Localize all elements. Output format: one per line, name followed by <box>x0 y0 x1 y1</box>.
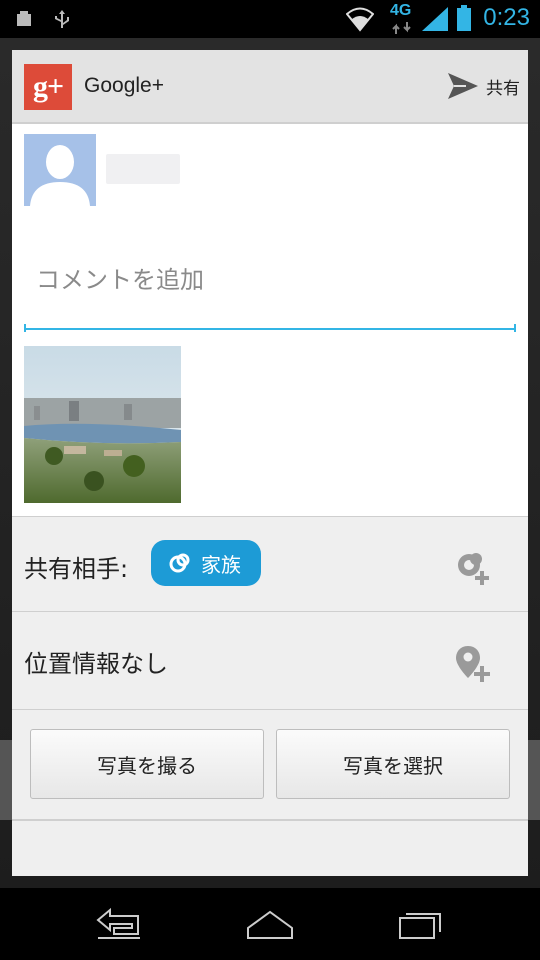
share-label: 共有 <box>486 78 520 99</box>
circle-chip[interactable]: 家族 <box>151 540 261 586</box>
add-circle-icon[interactable] <box>454 547 494 587</box>
dialog-footer <box>12 819 528 876</box>
choose-photo-button[interactable]: 写真を選択 <box>276 729 510 799</box>
add-location-icon[interactable] <box>454 644 494 684</box>
battery-icon <box>457 5 471 31</box>
input-edge-right <box>514 324 516 332</box>
back-icon[interactable] <box>92 906 152 942</box>
dialog-header: g+ Google+ 共有 <box>12 50 528 124</box>
recent-apps-icon[interactable] <box>390 906 450 942</box>
default-avatar-icon <box>24 134 96 206</box>
app-title: Google+ <box>84 74 164 97</box>
avatar <box>24 134 96 206</box>
city-photo-image <box>24 346 181 503</box>
notification-icon <box>17 11 31 26</box>
status-bar: 4G 0:23 <box>0 0 540 38</box>
usb-icon <box>55 10 69 28</box>
data-arrows-icon <box>392 22 411 34</box>
navigation-bar <box>0 888 540 960</box>
clock: 0:23 <box>483 4 530 31</box>
audience-row: 共有相手: 家族 <box>12 516 528 612</box>
attached-photo[interactable] <box>24 346 181 503</box>
circles-icon <box>169 553 190 573</box>
home-icon[interactable] <box>240 906 300 942</box>
share-button[interactable]: 共有 <box>446 68 520 104</box>
send-icon <box>448 73 478 99</box>
comment-input[interactable] <box>24 220 516 330</box>
take-photo-button[interactable]: 写真を撮る <box>30 729 264 799</box>
audience-label: 共有相手: <box>24 555 129 583</box>
google-plus-logo-icon: g+ <box>24 64 72 110</box>
signal-icon <box>422 7 448 31</box>
user-name-blurred <box>106 154 180 184</box>
location-label: 位置情報なし <box>24 650 168 678</box>
compose-area <box>12 124 528 516</box>
share-dialog: g+ Google+ 共有 コメントを追加 共有相手: 家族 位置情報なし 写真… <box>12 50 528 876</box>
wifi-icon <box>346 7 374 32</box>
circle-chip-label: 家族 <box>201 552 241 577</box>
input-edge-left <box>24 324 26 332</box>
network-type: 4G <box>390 2 412 19</box>
location-row[interactable]: 位置情報なし <box>12 611 528 710</box>
